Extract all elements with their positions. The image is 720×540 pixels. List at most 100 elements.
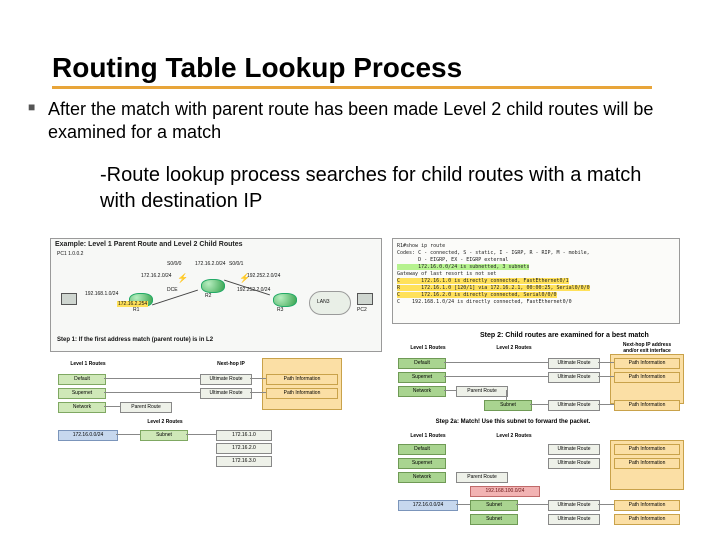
connector bbox=[516, 504, 548, 505]
bolt-icon: ⚡ bbox=[177, 273, 188, 284]
dce-label: DCE bbox=[167, 287, 178, 293]
pc-icon bbox=[61, 293, 77, 305]
supernet-box: Supernet bbox=[398, 372, 446, 383]
connector bbox=[250, 392, 266, 393]
cli-line: R1#show ip route bbox=[397, 243, 445, 249]
cli-child-route: C 172.16.1.0 is directly connected, Fast… bbox=[397, 278, 569, 284]
level1-header: Level 1 Routes bbox=[58, 360, 118, 369]
main-bullet: ■ After the match with parent route has … bbox=[28, 98, 678, 145]
supernet-box: Supernet bbox=[398, 458, 446, 469]
parent-box: Parent Route bbox=[456, 386, 508, 397]
ptr-box: Path Information bbox=[614, 358, 680, 369]
s01-label: S0/0/1 bbox=[229, 261, 243, 267]
supernet-box: Supernet bbox=[58, 388, 106, 399]
connector bbox=[250, 378, 266, 379]
sub-bullet: -Route lookup process searches for child… bbox=[100, 162, 660, 214]
ultimate-box: Ultimate Route bbox=[200, 388, 252, 399]
ultimate-box: Ultimate Route bbox=[548, 372, 600, 383]
s00-label: S0/0/0 bbox=[167, 261, 181, 267]
ip4b-label: 192.252.2.0/24 bbox=[247, 273, 280, 279]
connector bbox=[186, 434, 216, 435]
level2-header: Level 2 Routes bbox=[484, 432, 544, 441]
network-box: Network bbox=[58, 402, 106, 413]
sub2-box: 172.16.2.0 bbox=[216, 443, 272, 454]
level1-header: Level 1 Routes bbox=[398, 344, 458, 353]
parent-box: Parent Route bbox=[120, 402, 172, 413]
ultimate-box: Ultimate Route bbox=[548, 500, 600, 511]
step2a-caption: Step 2a: Match! Use this subnet to forwa… bbox=[398, 418, 628, 427]
bullet-text: After the match with parent route has be… bbox=[48, 98, 678, 145]
network-box: Network bbox=[398, 472, 446, 483]
bullet-icon: ■ bbox=[28, 100, 35, 116]
level2-header: Level 2 Routes bbox=[140, 418, 190, 427]
router-icon bbox=[273, 293, 297, 307]
connector bbox=[598, 376, 614, 377]
default-box: Default bbox=[58, 374, 106, 385]
subnet-box: Subnet bbox=[470, 500, 518, 511]
diagram-header: Example: Level 1 Parent Route and Level … bbox=[55, 241, 377, 248]
pc2-label: PC2 bbox=[357, 307, 367, 313]
cli-line: D - EIGRP, EX - EIGRP external bbox=[397, 257, 508, 263]
r3-label: R3 bbox=[277, 307, 283, 313]
level2-header: Level 2 Routes bbox=[484, 344, 544, 353]
ultimate-box: Ultimate Route bbox=[548, 458, 600, 469]
cli-parent-route: 172.16.0.0/24 is subnetted, 3 subnets bbox=[397, 264, 529, 270]
network-box: Network bbox=[398, 386, 446, 397]
cli-line: Codes: C - connected, S - static, I - IG… bbox=[397, 250, 590, 256]
default-box: Default bbox=[398, 358, 446, 369]
connector bbox=[598, 362, 614, 363]
ptr-box: Path Information bbox=[614, 444, 680, 455]
network-diagram: Example: Level 1 Parent Route and Level … bbox=[50, 238, 382, 352]
cli-output: R1#show ip route Codes: C - connected, S… bbox=[392, 238, 680, 324]
ultimate-box: Ultimate Route bbox=[548, 444, 600, 455]
nexthop-header: Next-hop IP address and/or exit interfac… bbox=[208, 360, 254, 369]
connector bbox=[444, 362, 548, 363]
step2-caption: Step 2: Child routes are examined for a … bbox=[480, 332, 649, 339]
sub3-box: 172.16.3.0 bbox=[216, 456, 272, 467]
sub1-box: 172.16.1.0 bbox=[216, 430, 272, 441]
ptr-box: Path Information bbox=[614, 400, 680, 411]
r1-label: R1 bbox=[133, 307, 139, 313]
bad-subnet-box: 192.168.100.0/24 bbox=[470, 486, 540, 497]
lan-label: LAN3 bbox=[317, 299, 330, 305]
cloud-icon bbox=[309, 291, 351, 315]
subnet-box: Subnet bbox=[140, 430, 188, 441]
connector bbox=[456, 504, 470, 505]
ultimate-box: Ultimate Route bbox=[548, 400, 600, 411]
connector bbox=[506, 390, 507, 400]
cli-child-route: C 172.16.2.0 is directly connected, Seri… bbox=[397, 292, 557, 298]
level1-header: Level 1 Routes bbox=[398, 432, 458, 441]
connector bbox=[598, 404, 614, 405]
parent1-box: 172.16.0.0/24 bbox=[58, 430, 118, 441]
cli-line: Gateway of last resort is not set bbox=[397, 271, 496, 277]
connector bbox=[444, 390, 456, 391]
pc-icon bbox=[357, 293, 373, 305]
step1-label: Step 1: If the first address match (pare… bbox=[57, 337, 213, 343]
parent1-box: 172.16.0.0/24 bbox=[398, 500, 458, 511]
ptr-box: Path Information bbox=[614, 458, 680, 469]
ultimate-box: Ultimate Route bbox=[548, 358, 600, 369]
subnet-box: Subnet bbox=[470, 514, 518, 525]
ip1-label: 192.168.1.0/24 bbox=[85, 291, 118, 297]
ultimate-box: Ultimate Route bbox=[548, 514, 600, 525]
connector bbox=[444, 376, 548, 377]
cli-child-route: R 172.16.1.0 [120/1] via 172.16.2.1, 00:… bbox=[397, 285, 590, 291]
ip2b-label: 172.16.2.254 bbox=[117, 301, 148, 307]
connector bbox=[116, 434, 140, 435]
pc1-label: PC1 1.0.0.2 bbox=[57, 251, 83, 257]
cli-line: C 192.168.1.0/24 is directly connected, … bbox=[397, 299, 572, 305]
subnet-box: Subnet bbox=[484, 400, 532, 411]
connector bbox=[530, 404, 548, 405]
ultimate-box: Ultimate Route bbox=[200, 374, 252, 385]
connector bbox=[104, 406, 120, 407]
ptr-box: Path Information bbox=[266, 388, 338, 399]
connector bbox=[598, 504, 614, 505]
ip3-label: 172.16.2.0/24 bbox=[195, 261, 226, 267]
slide: Routing Table Lookup Process ■ After the… bbox=[0, 0, 720, 540]
parent-box: Parent Route bbox=[456, 472, 508, 483]
connector bbox=[104, 392, 200, 393]
page-title: Routing Table Lookup Process bbox=[52, 52, 652, 89]
ptr-box: Path Information bbox=[614, 500, 680, 511]
ip2a-label: 172.16.2.0/24 bbox=[141, 273, 172, 279]
ptr-box: Path Information bbox=[614, 514, 680, 525]
